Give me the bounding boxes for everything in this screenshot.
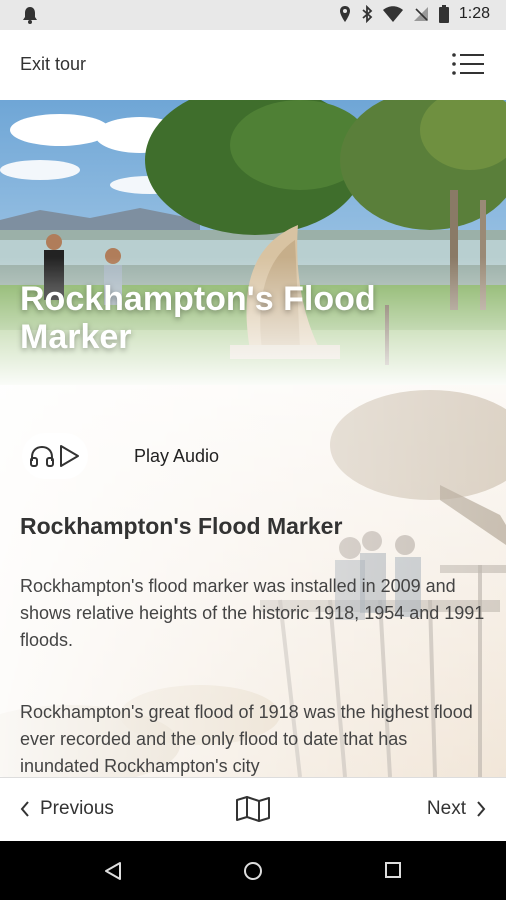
article-heading: Rockhampton's Flood Marker xyxy=(20,513,343,539)
location-icon xyxy=(339,6,350,22)
status-icons: 1:28 xyxy=(339,5,490,23)
previous-label: Previous xyxy=(40,798,114,819)
list-menu-icon[interactable] xyxy=(452,52,484,76)
chevron-right-icon xyxy=(477,801,486,817)
bottom-bar: Previous Next xyxy=(0,777,506,842)
recents-icon[interactable] xyxy=(384,861,402,879)
status-time: 1:28 xyxy=(458,5,490,22)
exit-tour-button[interactable]: Exit tour xyxy=(20,54,86,75)
battery-icon xyxy=(438,5,449,23)
audio-player: Play Audio xyxy=(22,433,219,479)
chevron-left-icon xyxy=(20,801,29,817)
next-label: Next xyxy=(426,798,466,819)
play-icon xyxy=(60,445,79,467)
notification-bell-icon xyxy=(23,7,37,24)
hero-title: Rockhampton's Flood Marker xyxy=(20,280,376,356)
previous-button[interactable]: Previous xyxy=(20,798,114,820)
system-navigation-bar xyxy=(0,841,506,900)
play-audio-button[interactable] xyxy=(22,433,88,479)
next-button[interactable]: Next xyxy=(427,798,486,820)
hero-image: Rockhampton's Flood Marker xyxy=(0,100,506,385)
play-audio-label[interactable]: Play Audio xyxy=(134,446,219,467)
headphones-icon xyxy=(30,445,54,467)
map-icon[interactable] xyxy=(236,796,270,822)
no-signal-icon xyxy=(413,7,428,21)
status-bar: 1:28 xyxy=(0,0,506,30)
article-paragraph: Rockhampton's flood marker was installed… xyxy=(20,576,485,650)
home-icon[interactable] xyxy=(243,861,263,881)
content-area: Play Audio Rockhampton's Flood Marker Ro… xyxy=(0,385,506,777)
top-bar: Exit tour xyxy=(0,30,506,101)
wifi-icon xyxy=(382,6,403,22)
back-icon[interactable] xyxy=(104,861,122,881)
bluetooth-icon xyxy=(362,5,373,23)
article-paragraph: Rockhampton's great flood of 1918 was th… xyxy=(20,702,473,776)
